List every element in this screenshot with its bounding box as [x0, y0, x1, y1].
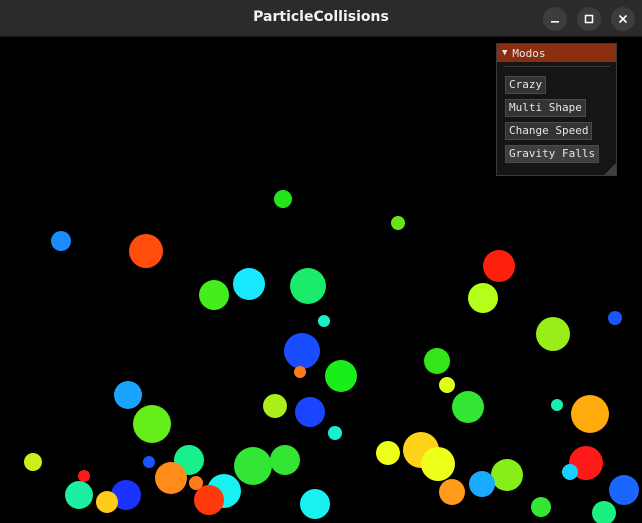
particle [234, 447, 272, 485]
particle [129, 234, 163, 268]
modos-panel-title: Modos [512, 46, 546, 60]
particle [592, 501, 616, 523]
gravity-falls-button[interactable]: Gravity Falls [505, 145, 600, 163]
change-speed-button[interactable]: Change Speed [505, 122, 593, 140]
close-button[interactable] [611, 7, 635, 31]
particle [571, 395, 609, 433]
particle [133, 405, 171, 443]
particle [452, 391, 484, 423]
crazy-button[interactable]: Crazy [505, 76, 547, 94]
particle [24, 453, 42, 471]
particle [468, 283, 498, 313]
particle [562, 464, 578, 480]
particle [469, 471, 495, 497]
particle [270, 445, 300, 475]
particle [376, 441, 400, 465]
particle [439, 377, 455, 393]
app-window: ParticleCollisions ▼ Modos Crazy Multi S… [0, 0, 642, 523]
minimize-button[interactable] [543, 7, 567, 31]
modos-panel[interactable]: ▼ Modos Crazy Multi Shape Change Speed G… [496, 43, 617, 176]
particle [609, 475, 639, 505]
particle [300, 489, 330, 519]
particle [194, 485, 224, 515]
particle [531, 497, 551, 517]
particle [294, 366, 306, 378]
particle [325, 360, 357, 392]
particle [263, 394, 287, 418]
particle [290, 268, 326, 304]
minimize-icon [551, 21, 559, 23]
particle [143, 456, 155, 468]
title-bar[interactable]: ParticleCollisions [0, 0, 642, 37]
particle [51, 231, 71, 251]
particle [608, 311, 622, 325]
close-icon [618, 14, 628, 24]
particle [96, 491, 118, 513]
particle [233, 268, 265, 300]
particle [199, 280, 229, 310]
particle [114, 381, 142, 409]
particle [483, 250, 515, 282]
particle [439, 479, 465, 505]
maximize-icon [584, 14, 594, 24]
particle [421, 447, 455, 481]
panel-separator [503, 66, 610, 67]
particle [318, 315, 330, 327]
particle [424, 348, 450, 374]
particle [274, 190, 292, 208]
particle [284, 333, 320, 369]
particle [491, 459, 523, 491]
particle [391, 216, 405, 230]
maximize-button[interactable] [577, 7, 601, 31]
particle [65, 481, 93, 509]
particle [328, 426, 342, 440]
panel-resize-grip[interactable] [604, 163, 616, 175]
triangle-down-icon[interactable]: ▼ [502, 48, 507, 58]
particle [551, 399, 563, 411]
particle [536, 317, 570, 351]
multi-shape-button[interactable]: Multi Shape [505, 99, 586, 117]
particle [155, 462, 187, 494]
particle [295, 397, 325, 427]
modos-panel-header[interactable]: ▼ Modos [497, 44, 616, 62]
